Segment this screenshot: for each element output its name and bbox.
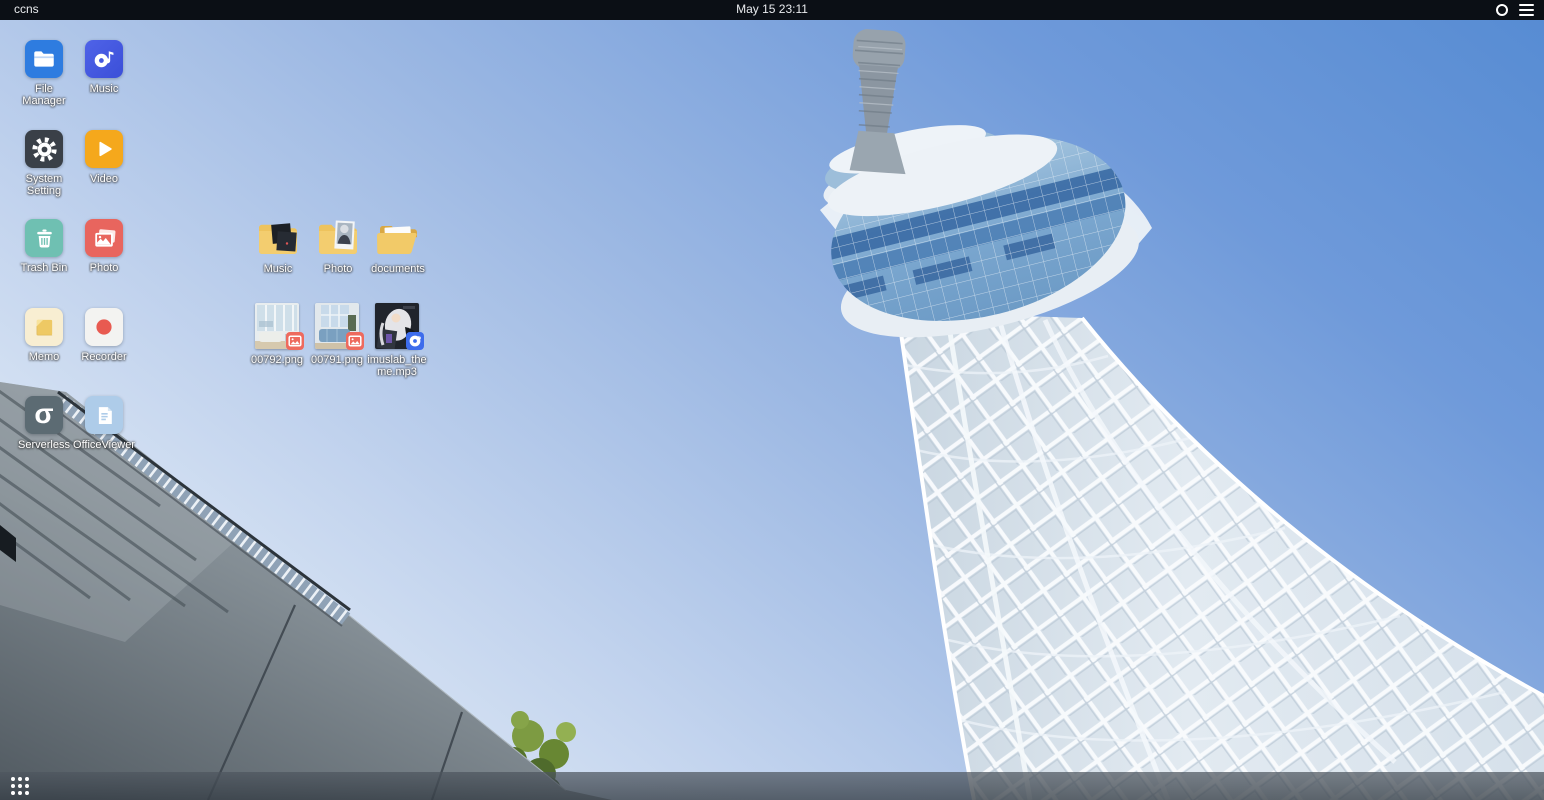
image-badge-icon	[286, 332, 304, 350]
desktop-icon-office-viewer[interactable]: OfficeViewer	[73, 396, 135, 451]
office-viewer-icon	[91, 402, 118, 429]
icon-label: OfficeViewer	[73, 439, 135, 451]
desktop-icon-video-app[interactable]: Video	[73, 130, 135, 185]
file-label: 00792.png	[246, 354, 308, 366]
memo-app-icon	[31, 314, 58, 341]
icon-label: File Manager	[13, 83, 75, 107]
top-bar: ccns May 15 23:11	[0, 0, 1544, 20]
video-app-icon	[91, 136, 117, 162]
file-label: 00791.png	[306, 354, 368, 366]
taskbar	[0, 772, 1544, 800]
app-launcher-button[interactable]	[11, 777, 31, 795]
photo-app-icon	[91, 225, 118, 252]
icon-label: Memo	[13, 351, 75, 363]
desktop-icon-memo-app[interactable]: Memo	[13, 308, 75, 363]
music-folder-icon	[256, 220, 300, 258]
desktop-icon-file-manager[interactable]: File Manager	[13, 40, 75, 107]
wallpaper	[0, 20, 1544, 800]
icon-label: Music	[73, 83, 135, 95]
hamburger-menu-icon[interactable]	[1519, 4, 1534, 16]
desktop-screen: ccns May 15 23:11 File Manager Music	[0, 0, 1544, 800]
file-label: imuslab_theme.mp3	[366, 354, 428, 378]
icon-label: documents	[367, 263, 429, 275]
desktop-icon-trash-bin[interactable]: Trash Bin	[13, 219, 75, 274]
recorder-app-icon	[91, 314, 117, 340]
desktop-file-00792-png[interactable]: 00792.png	[246, 303, 308, 366]
icon-label: Trash Bin	[13, 262, 75, 274]
topbar-right-icons	[1496, 0, 1534, 20]
music-badge-icon	[406, 332, 424, 350]
open-folder-icon	[376, 220, 420, 258]
desktop-file-imuslab-theme-mp3[interactable]: imuslab_theme.mp3	[366, 303, 428, 378]
desktop-folder-music[interactable]: Music	[247, 220, 309, 275]
desktop-icon-photo-app[interactable]: Photo	[73, 219, 135, 274]
desktop-icon-music-app[interactable]: Music	[73, 40, 135, 95]
desktop-folder-documents[interactable]: documents	[367, 220, 429, 275]
icon-label: Photo	[307, 263, 369, 275]
desktop-icon-system-setting[interactable]: System Setting	[13, 130, 75, 197]
image-badge-icon	[346, 332, 364, 350]
hostname-label: ccns	[14, 2, 39, 16]
icon-label: Music	[247, 263, 309, 275]
music-app-icon	[91, 46, 117, 72]
desktop-folder-photo[interactable]: Photo	[307, 220, 369, 275]
icon-label: Recorder	[73, 351, 135, 363]
system-setting-icon	[31, 136, 58, 163]
icon-label: Photo	[73, 262, 135, 274]
icon-label: System Setting	[13, 173, 75, 197]
photo-folder-icon	[316, 220, 360, 258]
icon-label: Serverless	[13, 439, 75, 451]
serverless-app-icon: σ	[34, 400, 53, 428]
desktop-icon-recorder-app[interactable]: Recorder	[73, 308, 135, 363]
desktop-file-00791-png[interactable]: 00791.png	[306, 303, 368, 366]
status-circle-icon[interactable]	[1496, 4, 1508, 16]
tower-shaft	[898, 312, 1544, 800]
file-manager-icon	[31, 46, 57, 72]
trash-bin-icon	[32, 226, 57, 251]
icon-label: Video	[73, 173, 135, 185]
wallpaper-scene	[0, 20, 1544, 800]
desktop-icon-serverless-app[interactable]: σ Serverless	[13, 396, 75, 451]
clock-label[interactable]: May 15 23:11	[736, 2, 808, 16]
